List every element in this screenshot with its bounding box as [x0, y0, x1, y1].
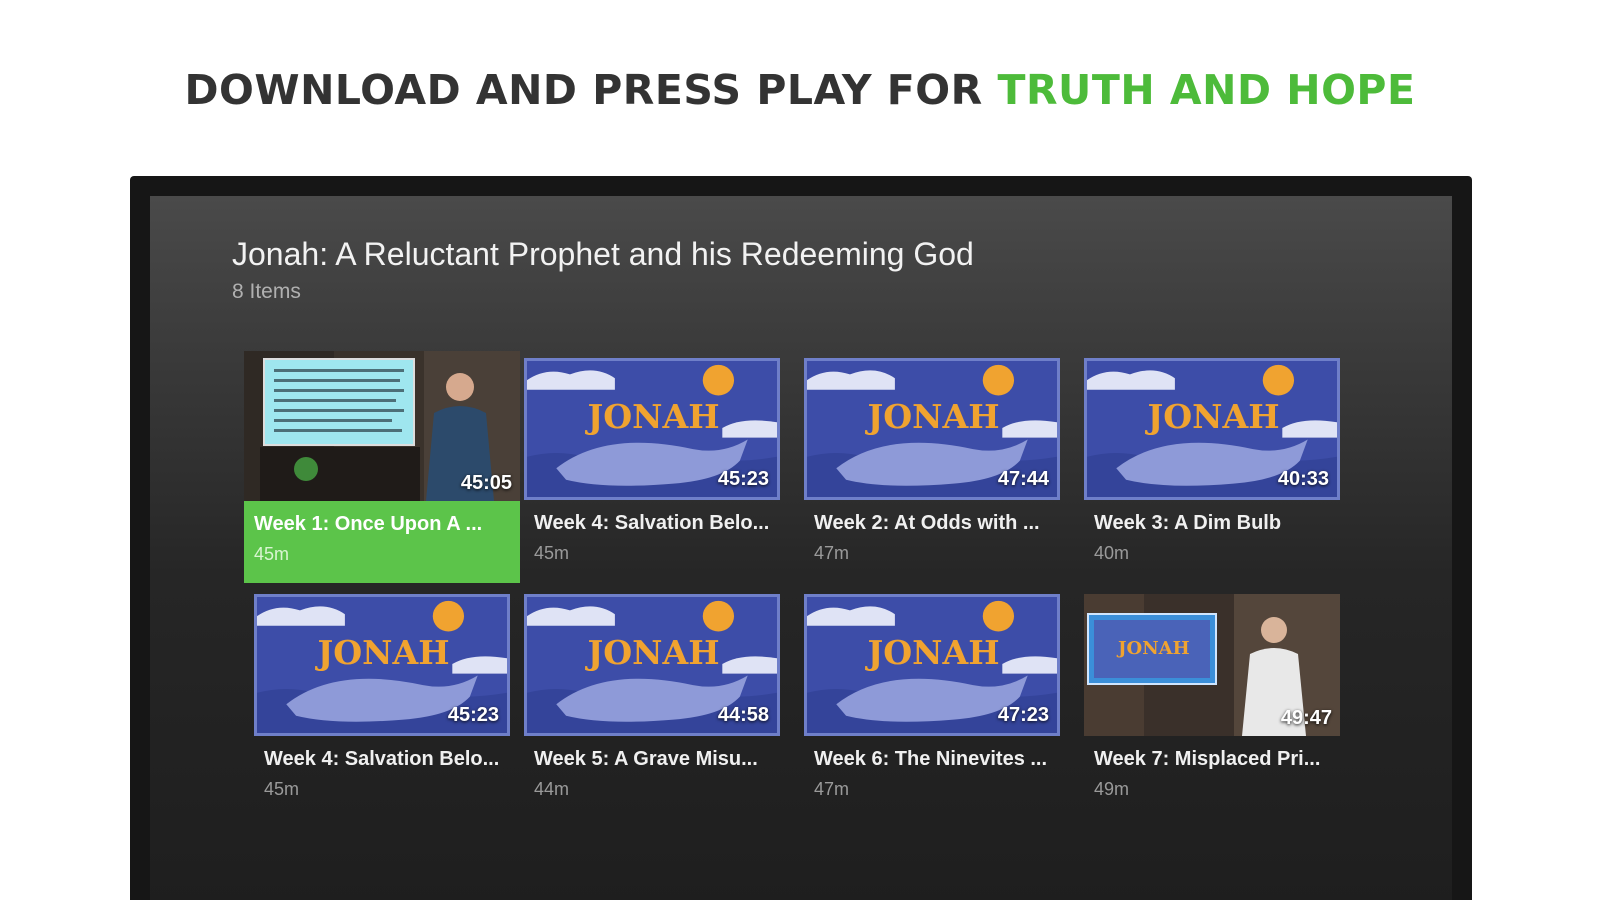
episode-card-8[interactable]: JONAH 49:47 Week 7: Misplaced Pri... 49m	[1084, 594, 1340, 800]
series-item-count: 8 Items	[232, 280, 301, 303]
episode-title: Week 6: The Ninevites ...	[814, 748, 1048, 770]
tv-screen: Jonah: A Reluctant Prophet and his Redee…	[150, 196, 1452, 900]
episode-length: 45m	[264, 779, 300, 799]
episode-thumbnail: JONAH 45:23	[254, 594, 510, 736]
episode-title: Week 1: Once Upon A ...	[254, 513, 483, 535]
episode-thumbnail: JONAH 45:23	[524, 358, 780, 500]
episode-length: 45m	[534, 543, 570, 563]
jonah-art-text: JONAH	[865, 633, 1000, 672]
episode-thumbnail: JONAH 47:44	[804, 358, 1060, 500]
jonah-art-text: JONAH	[1145, 397, 1280, 436]
episode-duration: 47:23	[997, 704, 1049, 726]
episode-card-4[interactable]: JONAH 40:33 Week 3: A Dim Bulb 40m	[1084, 358, 1340, 564]
episode-length: 45m	[254, 544, 290, 564]
jonah-art-text: JONAH	[585, 397, 720, 436]
episode-title: Week 7: Misplaced Pri...	[1094, 748, 1321, 770]
episode-card-5[interactable]: JONAH 45:23 Week 4: Salvation Belo... 45…	[254, 594, 510, 800]
episode-length: 49m	[1094, 779, 1130, 799]
episode-length: 47m	[814, 779, 850, 799]
episode-length: 47m	[814, 543, 850, 563]
episode-title: Week 4: Salvation Belo...	[264, 748, 500, 770]
episode-duration: 45:23	[717, 468, 769, 490]
episode-duration: 47:44	[997, 468, 1049, 490]
episode-card-6[interactable]: JONAH 44:58 Week 5: A Grave Misu... 44m	[524, 594, 780, 800]
episode-thumbnail: JONAH 49:47	[1084, 594, 1340, 736]
jonah-art-text: JONAH	[865, 397, 1000, 436]
episode-info-panel: Week 1: Once Upon A ... 45m	[244, 501, 520, 583]
episode-card-2[interactable]: JONAH 45:23 Week 4: Salvation Belo... 45…	[524, 358, 780, 564]
jonah-art-text: JONAH	[585, 633, 720, 672]
episode-card-1[interactable]: 45:05 Week 1: Once Upon A ... 45m	[244, 351, 520, 583]
episode-duration: 44:58	[717, 704, 769, 726]
episode-title: Week 2: At Odds with ...	[814, 512, 1040, 534]
jonah-art-text: JONAH	[1116, 638, 1190, 659]
jonah-art-text: JONAH	[315, 633, 450, 672]
episode-duration: 45:23	[447, 704, 499, 726]
series-title: Jonah: A Reluctant Prophet and his Redee…	[232, 236, 974, 272]
headline-prefix: DOWNLOAD AND PRESS PLAY FOR	[184, 66, 983, 114]
episode-title: Week 5: A Grave Misu...	[534, 748, 758, 770]
episode-thumbnail: JONAH 47:23	[804, 594, 1060, 736]
episode-duration: 49:47	[1280, 707, 1332, 729]
episode-card-3[interactable]: JONAH 47:44 Week 2: At Odds with ... 47m	[804, 358, 1060, 564]
tv-frame: Jonah: A Reluctant Prophet and his Redee…	[130, 176, 1472, 900]
page-headline: DOWNLOAD AND PRESS PLAY FOR TRUTH AND HO…	[0, 66, 1600, 114]
episode-thumbnail: JONAH 44:58	[524, 594, 780, 736]
headline-accent: TRUTH AND HOPE	[997, 66, 1416, 114]
episode-title: Week 4: Salvation Belo...	[534, 512, 770, 534]
episode-length: 40m	[1094, 543, 1130, 563]
episode-length: 44m	[534, 779, 570, 799]
episode-thumbnail: JONAH 40:33	[1084, 358, 1340, 500]
episode-duration: 40:33	[1277, 468, 1329, 490]
episode-card-7[interactable]: JONAH 47:23 Week 6: The Ninevites ... 47…	[804, 594, 1060, 800]
episode-duration: 45:05	[460, 472, 512, 494]
episode-title: Week 3: A Dim Bulb	[1094, 512, 1282, 534]
episode-thumbnail: 45:05	[244, 351, 520, 501]
